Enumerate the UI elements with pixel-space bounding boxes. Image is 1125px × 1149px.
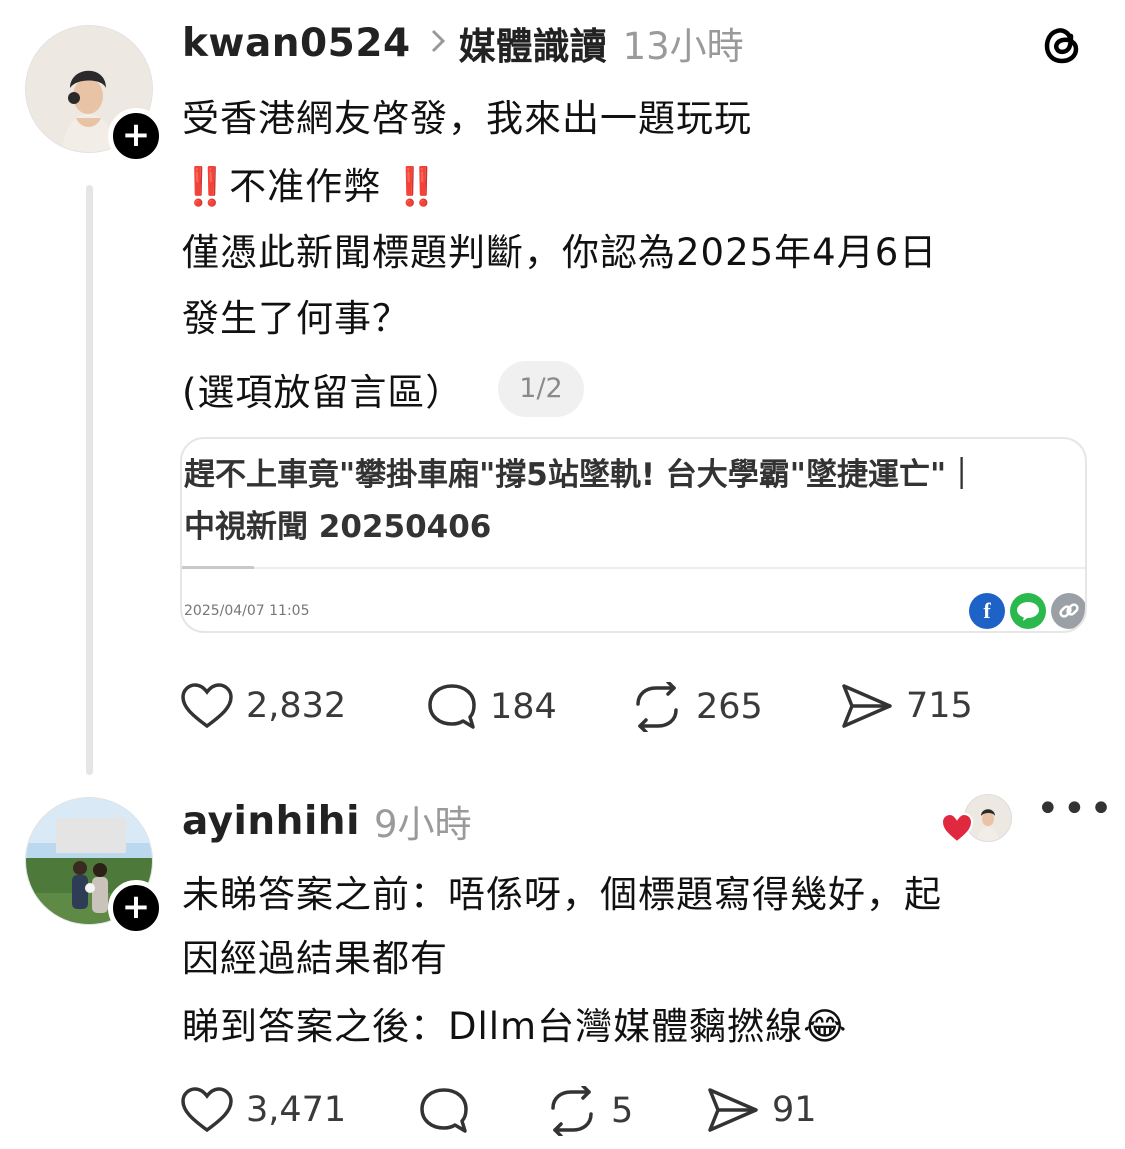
card-divider-accent xyxy=(182,566,254,569)
card-headline: 趕不上車竟"攀掛車廂"撐5站墜軌! 台大學霸"墜捷運亡"｜ 中視新聞 20250… xyxy=(184,449,1074,553)
heart-icon xyxy=(181,1087,233,1133)
author-liked-badge xyxy=(940,792,1014,846)
plus-icon: + xyxy=(121,115,151,155)
news-link-card[interactable]: 趕不上車竟"攀掛車廂"撐5站墜軌! 台大學霸"墜捷運亡"｜ 中視新聞 20250… xyxy=(180,437,1087,633)
comment-count: 184 xyxy=(490,687,557,727)
comment-icon xyxy=(420,1088,468,1133)
reply-text-line: 因經過結果都有 xyxy=(182,937,448,980)
post-text-line: 發生了何事？ xyxy=(182,297,410,340)
link-share-icon[interactable] xyxy=(1051,593,1085,629)
card-date: 2025/04/07 11:05 xyxy=(184,603,310,619)
heart-icon xyxy=(181,683,233,729)
reply-text-line: 未睇答案之前：唔係呀，個標題寫得幾好，起 xyxy=(182,873,942,916)
reply-comment-button[interactable] xyxy=(418,1086,482,1136)
repost-icon xyxy=(636,682,678,732)
post-text-line: (選項放留言區） xyxy=(182,371,464,414)
reply-time: 9小時 xyxy=(373,803,472,846)
reply-username[interactable]: ayinhihi xyxy=(182,799,360,844)
post-text-line: 受香港網友啓發，我來出一題玩玩 xyxy=(182,97,752,140)
post-text-line: 僅憑此新聞標題判斷，你認為2025年4月6日 xyxy=(182,231,938,274)
topic-tag[interactable]: 媒體識讀 xyxy=(459,16,607,70)
post-text-line: ‼️不准作弊 ‼️ xyxy=(182,165,441,208)
send-icon xyxy=(708,1088,758,1132)
card-headline-line: 趕不上車竟"攀掛車廂"撐5站墜軌! 台大學霸"墜捷運亡"｜ xyxy=(184,457,978,493)
reply-text-line: 睇到答案之後：Dllm台灣媒體黐撚線😂 xyxy=(182,1005,848,1048)
post-header: kwan0524 媒體識讀 13小時 xyxy=(182,16,744,70)
post-time: 13小時 xyxy=(622,25,744,68)
share-button[interactable]: 715 xyxy=(840,682,973,730)
card-headline-line: 中視新聞 20250406 xyxy=(184,509,492,545)
reply-like-count: 3,471 xyxy=(246,1090,347,1130)
threads-logo-icon[interactable] xyxy=(1038,20,1086,68)
like-button[interactable]: 2,832 xyxy=(180,682,346,730)
follow-plus-button[interactable]: + xyxy=(108,108,164,164)
card-divider xyxy=(182,567,1085,569)
reply-share-button[interactable]: 91 xyxy=(706,1086,817,1134)
share-count: 715 xyxy=(906,686,973,726)
repost-count: 265 xyxy=(696,687,763,727)
thread-line xyxy=(86,185,93,775)
reply-header: ayinhihi 9小時 xyxy=(182,794,472,848)
line-share-icon[interactable] xyxy=(1010,593,1046,629)
chevron-right-icon xyxy=(431,29,445,57)
facebook-share-icon[interactable]: f xyxy=(969,593,1005,629)
reply-share-count: 91 xyxy=(772,1090,817,1130)
reply-follow-plus-button[interactable]: + xyxy=(108,880,164,936)
red-heart-icon xyxy=(940,812,974,848)
comment-icon xyxy=(428,684,476,729)
comment-button[interactable]: 184 xyxy=(426,682,557,732)
repost-icon xyxy=(551,1086,593,1136)
more-icon[interactable]: ••• xyxy=(1036,789,1116,829)
author-username[interactable]: kwan0524 xyxy=(182,21,411,66)
like-count: 2,832 xyxy=(246,686,347,726)
plus-icon: + xyxy=(121,887,151,927)
repost-button[interactable]: 265 xyxy=(630,682,763,732)
reply-repost-count: 5 xyxy=(611,1091,634,1131)
reply-like-button[interactable]: 3,471 xyxy=(180,1086,346,1134)
send-icon xyxy=(842,684,892,728)
reply-repost-button[interactable]: 5 xyxy=(545,1086,633,1136)
image-pager-badge: 1/2 xyxy=(498,361,584,417)
